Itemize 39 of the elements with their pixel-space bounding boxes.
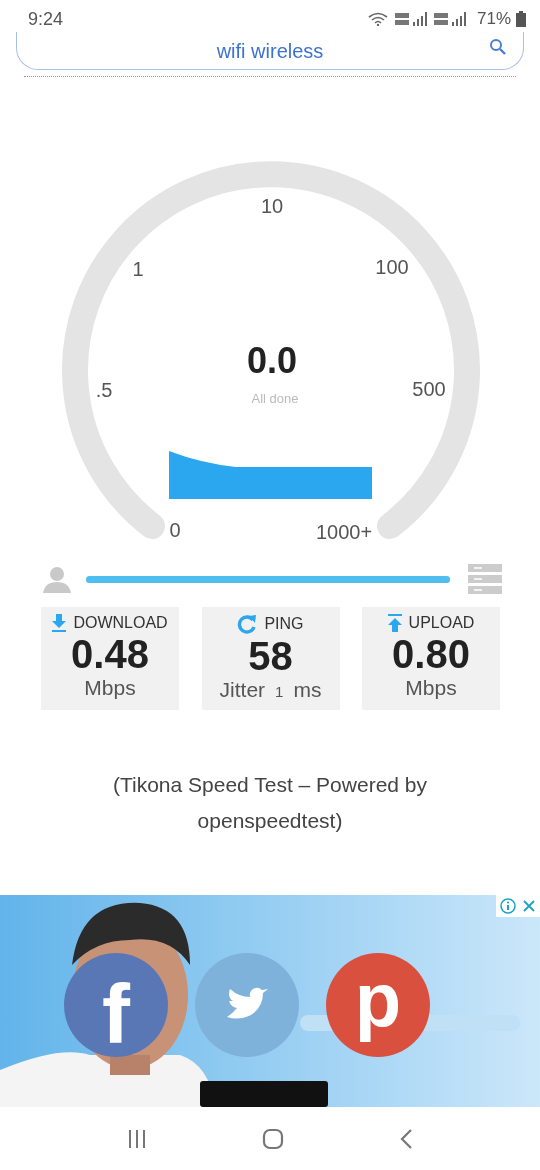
speed-value: 0.0	[247, 340, 297, 381]
download-icon	[52, 614, 67, 632]
info-icon[interactable]	[500, 898, 516, 914]
jitter-value: 1	[275, 683, 284, 700]
gauge-scale-label: 1000+	[315, 521, 373, 543]
status-time: 9:24	[28, 8, 64, 30]
stat-value: 0.80	[392, 632, 470, 676]
test-status: All done	[251, 391, 299, 406]
signal-icon	[394, 11, 429, 27]
server-icon	[468, 564, 502, 594]
gauge-scale-label: 1	[132, 258, 144, 280]
credits-text: (Tikona Speed Test – Powered by openspeedtest)	[112, 771, 428, 834]
recent-apps-icon[interactable]	[127, 1129, 148, 1148]
back-icon[interactable]	[398, 1127, 413, 1150]
search-field[interactable]: wifi wireless	[16, 32, 524, 70]
stat-label: DOWNLOAD	[73, 614, 168, 632]
gauge-scale-label: .5	[95, 379, 113, 401]
gauge-scale-label: 500	[412, 378, 446, 400]
close-icon[interactable]	[522, 899, 536, 913]
battery-icon	[516, 11, 526, 27]
gauge-scale-label: 100	[375, 256, 409, 278]
battery-percent: 71%	[476, 9, 511, 29]
stat-value: 0.48	[71, 632, 149, 676]
signal-icon	[433, 11, 468, 27]
wifi-icon	[367, 12, 390, 26]
user-icon	[42, 565, 72, 593]
gauge-scale-label: 0	[169, 519, 181, 541]
stat-unit: ms	[293, 678, 322, 702]
stat-label: PING	[264, 615, 304, 633]
stat-label: UPLOAD	[408, 614, 475, 632]
refresh-icon	[237, 614, 258, 634]
upload-icon	[387, 614, 402, 632]
home-icon[interactable]	[262, 1127, 284, 1150]
search-icon[interactable]	[489, 38, 507, 56]
stat-unit: Mbps	[405, 676, 457, 700]
stat-unit: Mbps	[84, 676, 136, 700]
stat-value: 58	[248, 634, 293, 678]
gauge-scale-label: 10	[260, 195, 284, 217]
jitter-label: Jitter	[219, 678, 266, 702]
